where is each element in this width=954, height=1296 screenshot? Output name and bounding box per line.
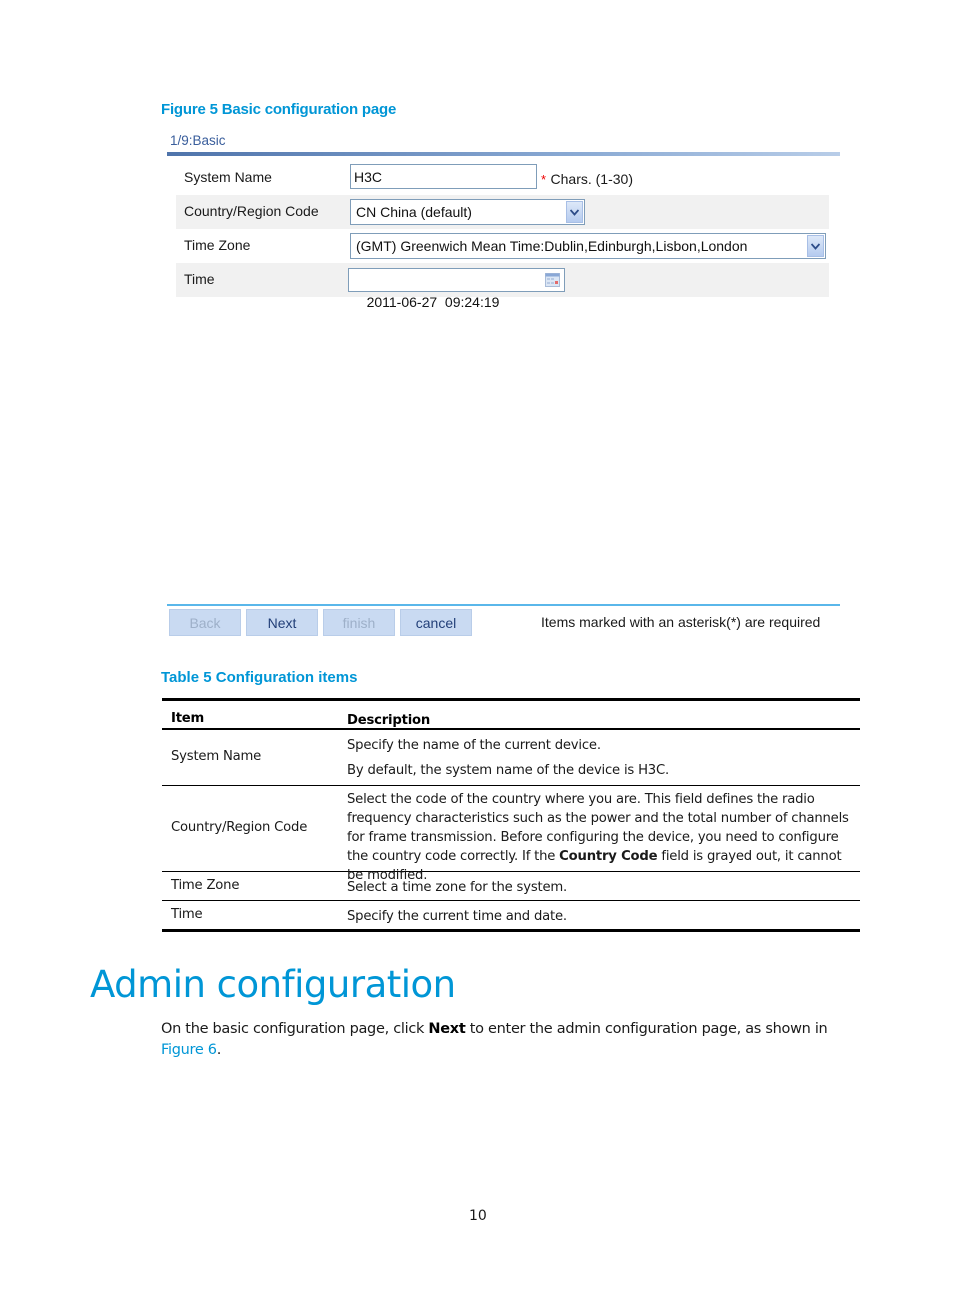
required-note: Items marked with an asterisk(*) are req… bbox=[541, 614, 821, 630]
time-zone-label: Time Zone bbox=[184, 237, 251, 253]
country-code-select[interactable]: CN China (default) bbox=[350, 199, 585, 225]
row-description-line: By default, the system name of the devic… bbox=[347, 763, 669, 778]
time-label: Time bbox=[184, 271, 215, 287]
row-system-name: System Name * Chars. (1-30) bbox=[176, 161, 829, 195]
calendar-icon[interactable] bbox=[545, 273, 560, 287]
header-item: Item bbox=[171, 711, 205, 726]
table-row: System Name Specify the name of the curr… bbox=[162, 730, 860, 785]
system-name-input[interactable] bbox=[350, 164, 537, 189]
time-zone-value: (GMT) Greenwich Mean Time:Dublin,Edinbur… bbox=[356, 238, 748, 254]
time-value: 2011-06-27 09:24:19 bbox=[366, 294, 500, 310]
required-asterisk: * bbox=[541, 172, 547, 187]
row-country-code: Country/Region Code CN China (default) bbox=[176, 195, 829, 229]
row-item: Time Zone bbox=[171, 878, 240, 893]
country-code-emphasis: Country Code bbox=[559, 849, 658, 864]
wizard-step-title: 1/9:Basic bbox=[170, 133, 226, 148]
finish-button[interactable]: finish bbox=[323, 609, 395, 636]
table-header: Item Description bbox=[162, 701, 860, 728]
configuration-table: Item Description System Name Specify the… bbox=[162, 698, 860, 932]
cancel-button[interactable]: cancel bbox=[400, 609, 472, 636]
row-item: System Name bbox=[171, 749, 262, 764]
section-paragraph: On the basic configuration page, click N… bbox=[161, 1021, 828, 1058]
table-row: Country/Region Code Select the code of t… bbox=[162, 786, 860, 883]
section-title: Admin configuration bbox=[90, 963, 456, 1006]
back-button[interactable]: Back bbox=[169, 609, 241, 636]
table-row: Time Zone Select a time zone for the sys… bbox=[162, 872, 860, 900]
table-row: Time Specify the current time and date. bbox=[162, 901, 860, 929]
chevron-down-icon[interactable] bbox=[807, 235, 824, 257]
footer-divider bbox=[167, 604, 840, 606]
row-item: Country/Region Code bbox=[171, 820, 308, 835]
system-name-label: System Name bbox=[184, 169, 272, 185]
chevron-down-icon[interactable] bbox=[566, 201, 583, 223]
header-description: Description bbox=[347, 713, 431, 728]
next-button[interactable]: Next bbox=[246, 609, 318, 636]
time-input[interactable]: 2011-06-27 09:24:19 bbox=[348, 268, 565, 310]
figure-caption: Figure 5 Basic configuration page bbox=[161, 101, 397, 118]
row-description-line: Specify the name of the current device. bbox=[347, 738, 601, 753]
time-zone-select[interactable]: (GMT) Greenwich Mean Time:Dublin,Edinbur… bbox=[350, 233, 826, 259]
page-number: 10 bbox=[469, 1208, 487, 1224]
country-code-value: CN China (default) bbox=[356, 204, 472, 220]
row-time-zone: Time Zone (GMT) Greenwich Mean Time:Dubl… bbox=[176, 229, 829, 263]
figure-6-link[interactable]: Figure 6 bbox=[161, 1042, 217, 1058]
title-divider bbox=[167, 152, 840, 156]
row-description: Select the code of the country where you… bbox=[347, 792, 849, 883]
country-code-label: Country/Region Code bbox=[184, 203, 319, 219]
row-time: Time 2011-06-27 09:24:19 bbox=[176, 263, 829, 310]
row-item: Time bbox=[171, 907, 203, 922]
row-description: Select a time zone for the system. bbox=[347, 880, 568, 895]
table-caption: Table 5 Configuration items bbox=[161, 669, 358, 686]
row-description: Specify the current time and date. bbox=[347, 909, 567, 924]
next-emphasis: Next bbox=[428, 1021, 466, 1037]
system-name-hint: Chars. (1-30) bbox=[550, 171, 633, 187]
